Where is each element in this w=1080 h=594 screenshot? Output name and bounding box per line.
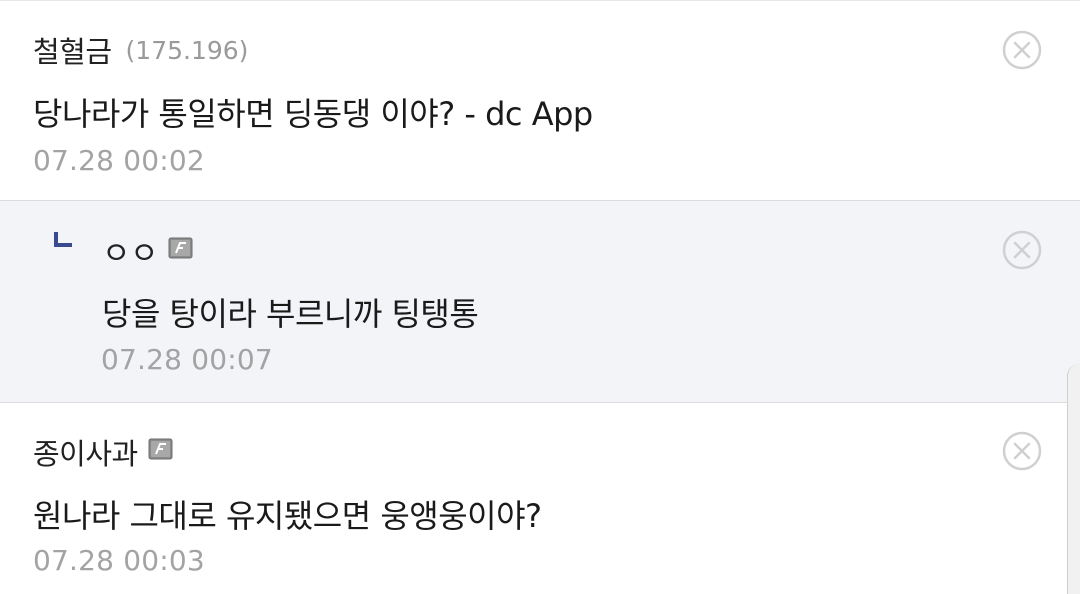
fixed-nickname-icon [168, 237, 193, 258]
comment-header: 종이사과 [33, 431, 173, 473]
close-circle-icon [1002, 230, 1042, 270]
delete-comment-button[interactable] [1002, 30, 1042, 70]
comment-item: 종이사과 원나라 그대로 유지됐으면 웅앵웅이야? 07.28 00:03 [0, 403, 1080, 594]
comment-nickname[interactable]: 철혈금 [33, 29, 112, 71]
comment-ip: (175.196) [125, 35, 249, 65]
comment-date: 07.28 00:07 [101, 343, 273, 376]
reply-arrow-icon [54, 232, 72, 247]
comment-text: 원나라 그대로 유지됐으면 웅앵웅이야? [33, 497, 542, 535]
delete-comment-button[interactable] [1002, 431, 1042, 471]
comment-nickname[interactable]: 종이사과 [33, 431, 138, 473]
comment-text: 당을 탕이라 부르니까 팅탱통 [102, 295, 479, 333]
comment-nickname[interactable]: ㅇㅇ [102, 228, 159, 273]
reply-item: ㅇㅇ 당을 탕이라 부르니까 팅탱통 07.28 00:07 [0, 201, 1080, 403]
comment-date: 07.28 00:03 [33, 544, 205, 577]
close-circle-icon [1002, 30, 1042, 70]
comment-header: ㅇㅇ [102, 228, 193, 273]
comment-text: 당나라가 통일하면 딩동댕 이야? - dc App [33, 95, 593, 133]
scrollbar[interactable] [1067, 364, 1080, 594]
fixed-nickname-icon [148, 438, 173, 460]
close-circle-icon [1002, 431, 1042, 471]
comment-item: 철혈금 (175.196) 당나라가 통일하면 딩동댕 이야? - dc App… [0, 0, 1080, 201]
comment-header: 철혈금 (175.196) [33, 29, 248, 71]
delete-comment-button[interactable] [1002, 230, 1042, 270]
comment-date: 07.28 00:02 [33, 144, 205, 177]
